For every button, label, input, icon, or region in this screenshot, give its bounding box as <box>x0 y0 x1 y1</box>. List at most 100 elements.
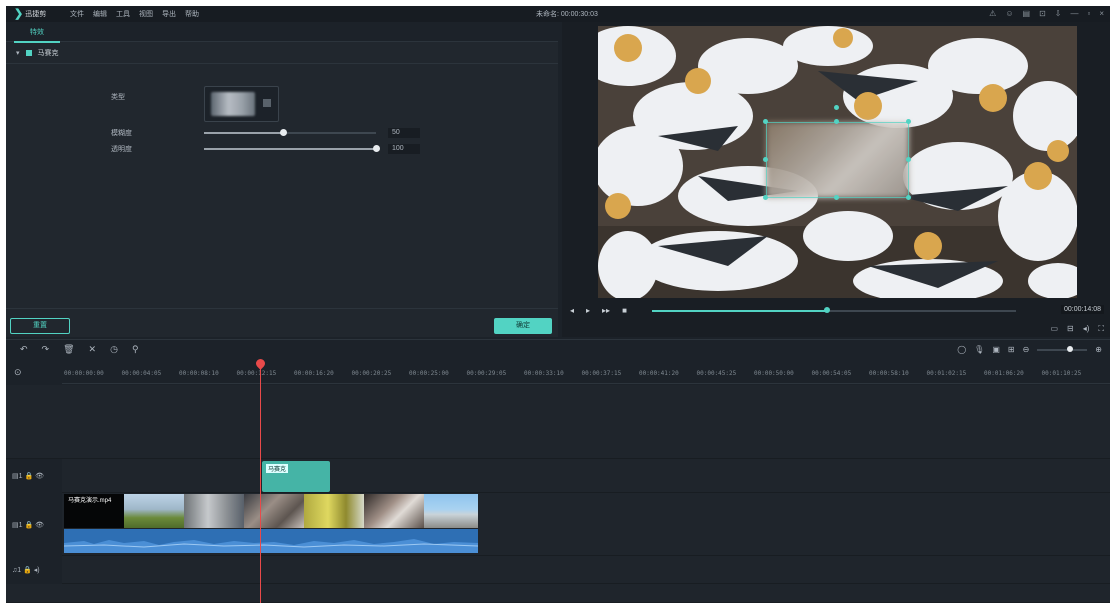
opacity-slider[interactable] <box>204 145 380 152</box>
effect-track[interactable] <box>6 459 1110 493</box>
video-preview[interactable] <box>598 26 1077 298</box>
resize-handle[interactable] <box>763 119 768 124</box>
blur-value-field[interactable]: 50 <box>388 128 420 138</box>
panel-tabbar: 特效 <box>6 22 558 43</box>
playback-progress-bar[interactable] <box>652 307 1016 313</box>
audio-track-controls[interactable]: ♫1 🔒 ◂) <box>12 566 40 574</box>
opacity-value-field[interactable]: 100 <box>388 144 420 154</box>
video-clip-thumb[interactable] <box>124 494 184 528</box>
video-clip-black[interactable]: 马赛克演示.mp4 <box>64 494 124 528</box>
mosaic-selection-frame[interactable] <box>766 122 909 198</box>
audio-waveform[interactable] <box>64 529 478 553</box>
type-label: 类型 <box>111 94 125 101</box>
app-logo: ❯ 迅捷剪 <box>14 8 60 20</box>
progress-knob[interactable] <box>823 307 830 313</box>
video-clip-thumb[interactable] <box>364 494 424 528</box>
snap-icon[interactable]: ⊙ <box>14 367 22 378</box>
menu-export[interactable]: 导出 <box>162 9 176 19</box>
video-clip-thumb[interactable] <box>244 494 304 528</box>
volume-icon[interactable]: ◂) <box>1083 324 1090 334</box>
render-icon[interactable]: ◯ <box>957 345 966 354</box>
delete-icon[interactable]: 🗑 <box>63 344 74 355</box>
tab-effects[interactable]: 特效 <box>14 27 60 43</box>
previous-frame-icon[interactable]: ◂ <box>570 306 574 315</box>
menu-view[interactable]: 视图 <box>139 9 153 19</box>
close-icon[interactable]: × <box>1099 8 1104 20</box>
fullscreen-icon[interactable]: ⛶ <box>1098 324 1104 334</box>
transport-controls: ◂ ▸ ▸▸ ■ <box>570 306 627 315</box>
list-icon[interactable]: ▤ <box>1023 8 1031 20</box>
zoom-slider-knob[interactable] <box>1067 345 1074 352</box>
effect-clip-label: 马赛克 <box>266 464 289 473</box>
video-clip-thumb[interactable] <box>304 494 364 528</box>
blur-slider-knob[interactable] <box>280 129 288 136</box>
opacity-slider-knob[interactable] <box>373 145 380 152</box>
blur-slider[interactable] <box>204 129 376 136</box>
snapshot-icon[interactable]: ⊟ <box>1067 324 1074 334</box>
resize-handle[interactable] <box>906 157 911 162</box>
ruler-tick-label: 00:00:08:10 <box>179 370 219 377</box>
mosaic-effect-clip[interactable]: 马赛克 <box>262 461 330 492</box>
next-frame-icon[interactable]: ▸▸ <box>602 306 610 315</box>
menu-tools[interactable]: 工具 <box>116 9 130 19</box>
mosaic-section-header[interactable]: ▾ 马赛克 <box>6 42 558 64</box>
rotate-handle[interactable] <box>834 105 839 110</box>
stop-icon[interactable]: ■ <box>622 306 627 315</box>
user-icon[interactable]: ☺ <box>1005 8 1013 20</box>
ok-button[interactable]: 确定 <box>494 318 552 334</box>
download-icon[interactable]: ⇩ <box>1055 8 1062 20</box>
timeline-ruler[interactable]: 00:00:00:00 00:00:04:05 00:00:08:10 00:00:1… <box>62 362 1110 384</box>
play-icon[interactable]: ▸ <box>586 306 590 315</box>
microphone-icon[interactable]: 🎙 <box>974 345 984 354</box>
video-clip-thumb[interactable] <box>424 494 478 528</box>
mosaic-type-selector[interactable] <box>204 86 279 122</box>
audio-track[interactable] <box>6 556 1110 584</box>
edit-tools: ↶ ↷ 🗑 ✕ ◷ ⚲ <box>20 344 139 355</box>
enable-checkbox[interactable] <box>25 49 32 56</box>
video-track-header: ▤1 🔒 👁 <box>6 493 62 556</box>
panel-divider <box>6 308 558 309</box>
maximize-icon[interactable]: ▫ <box>1087 8 1090 20</box>
undo-icon[interactable]: ↶ <box>20 344 28 355</box>
reset-button[interactable]: 重置 <box>10 318 70 334</box>
speed-icon[interactable]: ◷ <box>110 344 118 355</box>
grid-icon[interactable]: ⊞ <box>1008 345 1015 354</box>
zoom-in-icon[interactable]: ⊕ <box>1095 345 1102 354</box>
ruler-tick-label: 00:00:37:15 <box>581 370 622 377</box>
ruler-tick-label: 00:00:54:05 <box>811 370 852 377</box>
menu-help[interactable]: 帮助 <box>185 9 199 19</box>
ruler-tick-label: 00:00:00:00 <box>64 370 104 377</box>
menu-file[interactable]: 文件 <box>70 9 84 19</box>
ruler-tick-label: 00:00:29:05 <box>466 370 507 377</box>
menu-edit[interactable]: 编辑 <box>93 9 107 19</box>
resize-handle[interactable] <box>763 157 768 162</box>
layout-icon[interactable]: ⊡ <box>1039 8 1046 20</box>
video-clip-thumb[interactable] <box>184 494 244 528</box>
cut-icon[interactable]: ✕ <box>89 344 97 355</box>
minimize-icon[interactable]: — <box>1070 8 1078 20</box>
color-icon[interactable]: ⚲ <box>132 344 139 355</box>
playhead-line[interactable] <box>260 362 261 603</box>
blur-label: 模糊度 <box>111 130 132 137</box>
ruler-tick-label: 00:00:04:05 <box>121 370 162 377</box>
redo-icon[interactable]: ↷ <box>42 344 50 355</box>
resize-handle[interactable] <box>834 195 839 200</box>
display-mode-icon[interactable]: ▭ <box>1050 324 1058 334</box>
marker-icon[interactable]: ▣ <box>992 345 1000 354</box>
video-track-controls[interactable]: ▤1 🔒 👁 <box>12 521 44 529</box>
zoom-out-icon[interactable]: ⊖ <box>1023 345 1030 354</box>
resize-handle[interactable] <box>834 119 839 124</box>
resize-handle[interactable] <box>906 119 911 124</box>
resize-handle[interactable] <box>906 195 911 200</box>
logo-text: 迅捷剪 <box>25 11 47 18</box>
resize-handle[interactable] <box>763 195 768 200</box>
type-option-icon[interactable] <box>263 99 271 107</box>
zoom-slider[interactable] <box>1037 345 1088 352</box>
warning-icon[interactable]: ⚠ <box>989 8 996 20</box>
effect-settings-panel: 特效 ▾ 马赛克 类型 模糊度 50 透明度 100 重置 确定 <box>6 22 558 337</box>
chevron-down-icon[interactable]: ▾ <box>16 49 20 57</box>
ruler-tick-label: 00:00:20:25 <box>351 370 392 377</box>
ruler-tick-label: 00:00:50:00 <box>754 370 794 377</box>
effect-track-controls[interactable]: ▤1 🔒 👁 <box>12 472 44 480</box>
empty-track-area-bottom <box>6 584 1110 603</box>
